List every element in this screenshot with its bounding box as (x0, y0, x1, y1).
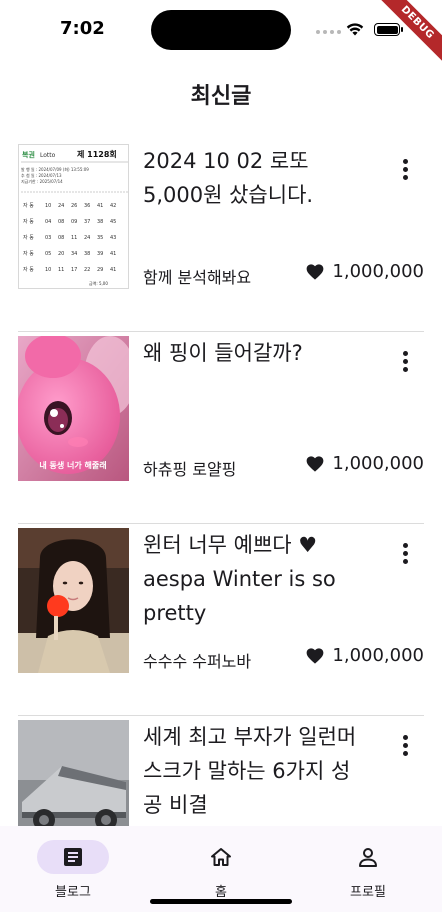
heart-icon (307, 263, 324, 280)
svg-text:38: 38 (97, 219, 103, 225)
post-title[interactable]: 2024 10 02 로또 5,000원 샀습니다. (143, 144, 358, 212)
lotto-round: 제 1128회 (77, 149, 117, 159)
nav-label-profile: 프로필 (350, 885, 386, 900)
like-count: 1,000,000 (332, 645, 424, 666)
svg-text:08: 08 (58, 235, 64, 241)
cellular-signal-icon (316, 30, 341, 34)
post-likes: 1,000,000 (306, 453, 424, 474)
lotto-payment-deadline: 지급기한 : 2025/07/14 (21, 178, 63, 184)
lotto-issue-date: 발 행 일 : 2024/07/09 (화) 13:55:09 (21, 166, 89, 172)
post-item[interactable]: 윈터 너무 예쁘다 ♥ aespa Winter is so pretty 수수… (18, 524, 424, 716)
svg-text:자 동: 자 동 (23, 250, 34, 257)
post-list[interactable]: 복권 Lotto 제 1128회 발 행 일 : 2024/07/09 (화) … (0, 140, 442, 826)
home-indicator[interactable] (150, 899, 292, 904)
svg-text:41: 41 (110, 267, 116, 273)
svg-text:08: 08 (58, 219, 64, 225)
status-bar: 7:02 (0, 0, 442, 60)
page-title: 최신글 (190, 84, 252, 109)
status-time: 7:02 (60, 18, 105, 39)
svg-text:41: 41 (110, 251, 116, 257)
svg-text:11: 11 (71, 235, 77, 241)
svg-text:03: 03 (45, 235, 51, 241)
lotto-brand: Lotto (40, 152, 56, 159)
post-author: 하츄핑 로얄핑 (143, 460, 237, 479)
nav-item-profile[interactable]: 프로필 (313, 840, 423, 900)
pink-character-thumbnail: 내 동생 너가 해줄래 (18, 336, 129, 481)
svg-text:36: 36 (84, 203, 90, 209)
article-icon (64, 848, 82, 866)
home-icon (211, 848, 231, 866)
svg-text:26: 26 (71, 203, 77, 209)
cybertruck-thumbnail (18, 720, 129, 826)
battery-icon (374, 23, 403, 36)
lotto-ticket-thumbnail: 복권 Lotto 제 1128회 발 행 일 : 2024/07/09 (화) … (18, 144, 129, 289)
svg-text:20: 20 (58, 251, 64, 257)
lotto-logo: 복권 (22, 150, 35, 159)
post-title[interactable]: 왜 핑이 들어갈까? (143, 336, 358, 370)
svg-text:37: 37 (84, 219, 90, 225)
svg-text:22: 22 (84, 267, 90, 273)
svg-text:10: 10 (45, 267, 51, 273)
post-item[interactable]: 내 동생 너가 해줄래 왜 핑이 들어갈까? 하츄핑 로얄핑 1,000,000 (18, 332, 424, 524)
post-likes: 1,000,000 (306, 645, 424, 666)
like-count: 1,000,000 (332, 261, 424, 282)
svg-text:10: 10 (45, 203, 51, 209)
svg-text:29: 29 (97, 267, 103, 273)
svg-text:38: 38 (84, 251, 90, 257)
nav-item-home[interactable]: 홈 (166, 840, 276, 900)
svg-text:자 동: 자 동 (23, 234, 34, 241)
svg-text:자 동: 자 동 (23, 202, 34, 209)
post-author: 함께 분석해봐요 (143, 268, 252, 287)
svg-text:자 동: 자 동 (23, 218, 34, 225)
svg-text:자 동: 자 동 (23, 266, 34, 273)
more-vert-icon[interactable] (394, 156, 416, 182)
person-icon (359, 848, 377, 867)
svg-text:24: 24 (58, 203, 64, 209)
post-item[interactable]: 복권 Lotto 제 1128회 발 행 일 : 2024/07/09 (화) … (18, 140, 424, 332)
svg-text:05: 05 (45, 251, 51, 257)
svg-text:35: 35 (97, 235, 103, 241)
svg-text:34: 34 (71, 251, 77, 257)
lotto-draw-date: 추 첨 일 : 2024/07/13 (21, 172, 62, 178)
post-title[interactable]: 윈터 너무 예쁘다 ♥ aespa Winter is so pretty (143, 528, 358, 630)
post-title[interactable]: 세계 최고 부자가 일런머스크가 말하는 6가지 성공 비결 (143, 720, 358, 822)
svg-text:09: 09 (71, 219, 77, 225)
svg-text:24: 24 (84, 235, 90, 241)
more-vert-icon[interactable] (394, 540, 416, 566)
wifi-icon (346, 23, 364, 36)
post-author: 수수수 수퍼노바 (143, 652, 252, 671)
nav-label-home: 홈 (215, 885, 227, 900)
svg-text:43: 43 (110, 235, 116, 241)
svg-text:11: 11 (58, 267, 64, 273)
more-vert-icon[interactable] (394, 348, 416, 374)
svg-text:42: 42 (110, 203, 116, 209)
heart-icon (307, 647, 324, 664)
svg-text:17: 17 (71, 267, 77, 273)
like-count: 1,000,000 (332, 453, 424, 474)
nav-active-indicator (37, 840, 109, 874)
more-vert-icon[interactable] (394, 732, 416, 758)
post-likes: 1,000,000 (306, 261, 424, 282)
portrait-photo-thumbnail (18, 528, 129, 673)
dynamic-island (151, 10, 291, 50)
svg-text:39: 39 (97, 251, 103, 257)
svg-text:45: 45 (110, 219, 116, 225)
heart-icon (307, 455, 324, 472)
svg-text:04: 04 (45, 219, 51, 225)
lotto-amount: 금액: 5,00 (89, 280, 108, 286)
nav-label-blog: 블로그 (55, 885, 91, 900)
nav-item-blog[interactable]: 블로그 (18, 840, 128, 900)
svg-text:41: 41 (97, 203, 103, 209)
post-item[interactable]: 세계 최고 부자가 일런머스크가 말하는 6가지 성공 비결 (18, 716, 424, 826)
thumbnail-caption: 내 동생 너가 해줄래 (39, 460, 106, 470)
